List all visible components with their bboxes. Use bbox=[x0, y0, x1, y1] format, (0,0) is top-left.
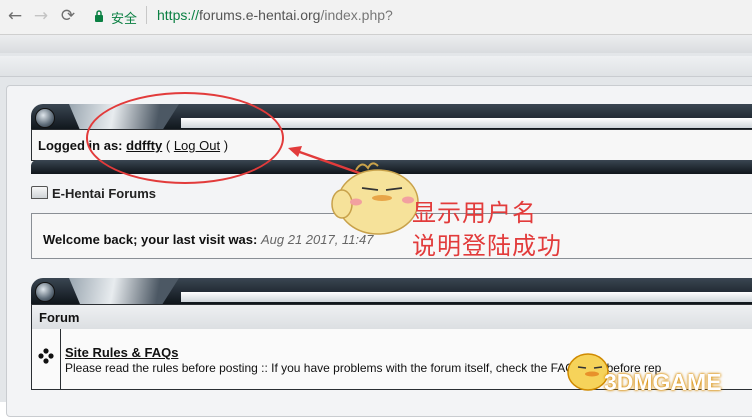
annotation-text-line2: 说明登陆成功 bbox=[412, 232, 562, 260]
address-bar[interactable]: https://forums.e-hentai.org/index.php? bbox=[157, 7, 393, 23]
knob-icon bbox=[35, 282, 55, 302]
mascot-chick-icon bbox=[331, 162, 419, 235]
header-stripe bbox=[181, 292, 752, 302]
knob-icon bbox=[35, 108, 55, 128]
forward-icon[interactable]: → bbox=[30, 5, 52, 27]
breadcrumb: E-Hentai Forums bbox=[31, 186, 156, 201]
annotation-ellipse bbox=[86, 92, 284, 184]
url-scheme: https:// bbox=[157, 7, 200, 23]
header-swoosh bbox=[69, 278, 179, 304]
url-host: forums.e-hentai.org bbox=[199, 7, 321, 23]
watermark-text: 3DMGAME bbox=[604, 369, 722, 395]
breadcrumb-forums-link[interactable]: E-Hentai Forums bbox=[52, 186, 156, 201]
secure-label: 安全 bbox=[111, 11, 138, 26]
header-strip bbox=[0, 35, 752, 53]
forum-status-icon bbox=[38, 348, 54, 364]
reload-icon[interactable]: ⟳ bbox=[57, 5, 79, 27]
lock-icon bbox=[95, 10, 103, 22]
back-icon[interactable]: ← bbox=[4, 5, 26, 27]
annotation-text-line1: 显示用户名 bbox=[412, 199, 537, 227]
forum-column-label: Forum bbox=[39, 310, 80, 325]
header-strip-secondary bbox=[0, 56, 752, 77]
url-separator bbox=[146, 6, 147, 24]
welcome-label: Welcome back; your last visit was: bbox=[43, 232, 258, 247]
folder-icon bbox=[31, 186, 48, 199]
url-path: /index.php? bbox=[320, 7, 393, 23]
browser-toolbar: ← → ⟳ 安全 https://forums.e-hentai.org/ind… bbox=[0, 0, 752, 35]
forum-column-header: Forum bbox=[31, 304, 752, 330]
row-icon-cell bbox=[32, 329, 61, 389]
forum-title-link[interactable]: Site Rules & FAQs bbox=[65, 345, 178, 360]
welcome-message: Welcome back; your last visit was: Aug 2… bbox=[43, 232, 374, 247]
forum-table-header-decoration bbox=[31, 278, 752, 304]
